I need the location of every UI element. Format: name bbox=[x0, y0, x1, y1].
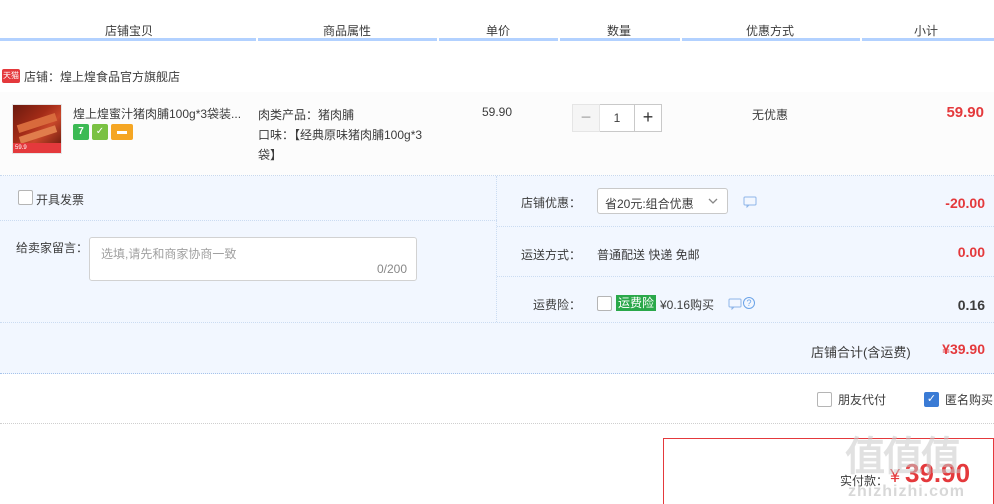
shipping-label: 运送方式： bbox=[521, 248, 582, 262]
cart-page: 店铺宝贝 商品属性 单价 数量 优惠方式 小计 天猫 店铺：煌上煌食品官方旗舰店… bbox=[0, 0, 994, 504]
shop-discount-value: 省20元:组合优惠 bbox=[605, 197, 694, 211]
product-thumbnail[interactable]: 59.9 bbox=[12, 104, 62, 154]
shop-name[interactable]: 店铺：煌上煌食品官方旗舰店 bbox=[24, 68, 180, 85]
chat-bubble-icon[interactable] bbox=[728, 298, 742, 310]
invoice-label: 开具发票 bbox=[36, 193, 85, 207]
friend-pay-label: 朋友代付 bbox=[838, 393, 887, 407]
tmall-icon: 天猫 bbox=[2, 69, 20, 83]
col-header-quantity: 数量 bbox=[607, 24, 632, 38]
shop-total-label: 店铺合计(含运费) bbox=[811, 345, 911, 360]
cart-header: 店铺宝贝 商品属性 单价 数量 优惠方式 小计 bbox=[0, 0, 994, 42]
message-counter: 0/200 bbox=[376, 262, 407, 276]
shop-row: 天猫 店铺：煌上煌食品官方旗舰店 bbox=[0, 68, 180, 84]
friend-pay-checkbox[interactable] bbox=[817, 392, 832, 407]
quantity-plus-button[interactable]: + bbox=[634, 104, 662, 132]
credit-card-icon: ▬ bbox=[111, 124, 133, 140]
col-header-unit-price: 单价 bbox=[486, 24, 511, 38]
shop-discount-label: 店铺优惠： bbox=[521, 196, 582, 210]
shop-total-value: ¥39.90 bbox=[942, 341, 985, 357]
col-header-subtotal: 小计 bbox=[914, 24, 939, 38]
insurance-checkbox[interactable] bbox=[597, 296, 612, 311]
friend-pay-option[interactable]: 朋友代付 bbox=[817, 391, 886, 408]
quantity-input[interactable]: 1 bbox=[600, 104, 634, 132]
anonymous-label: 匿名购买 bbox=[945, 393, 994, 407]
message-placeholder: 选填,请先和商家协商一致 bbox=[101, 247, 237, 261]
quantity-stepper: − 1 + bbox=[572, 104, 662, 132]
shipping-amount: 0.00 bbox=[957, 244, 985, 260]
watermark-url: zhizhizhi.com bbox=[848, 483, 965, 500]
insurance-tag: 运费险 bbox=[616, 295, 657, 311]
service-badges: 7 ✓ ▬ bbox=[73, 124, 133, 140]
seller-message-input[interactable]: 选填,请先和商家协商一致 0/200 bbox=[89, 237, 417, 281]
seven-day-return-icon: 7 bbox=[73, 124, 89, 140]
message-label: 给卖家留言： bbox=[16, 241, 89, 255]
quantity-minus-button[interactable]: − bbox=[572, 104, 600, 132]
col-header-discount: 优惠方式 bbox=[746, 24, 795, 38]
watermark-logo: 值值值 bbox=[845, 435, 961, 479]
chevron-down-icon bbox=[708, 198, 718, 204]
unit-price: 59.90 bbox=[482, 105, 513, 119]
product-attr-flavor: 口味：【经典原味猪肉脯100g*3 bbox=[258, 128, 423, 142]
chat-bubble-icon[interactable] bbox=[743, 196, 757, 208]
product-title[interactable]: 煌上煌蜜汁猪肉脯100g*3袋装... bbox=[73, 105, 253, 122]
anonymous-option[interactable]: ✓ 匿名购买 bbox=[924, 391, 993, 408]
insurance-amount: 0.16 bbox=[957, 297, 985, 313]
insurance-label: 运费险： bbox=[533, 298, 582, 312]
product-attr-flavor-cont: 袋】 bbox=[258, 148, 283, 162]
col-header-shop-item: 店铺宝贝 bbox=[105, 24, 154, 38]
col-header-attributes: 商品属性 bbox=[323, 24, 372, 38]
insurance-price: ¥0.16购买 bbox=[660, 298, 715, 312]
shop-discount-select[interactable]: 省20元:组合优惠 bbox=[597, 188, 728, 214]
invoice-checkbox[interactable] bbox=[18, 190, 33, 205]
header-underline bbox=[0, 38, 994, 41]
product-attr-type: 肉类产品：猪肉脯 bbox=[258, 108, 355, 122]
guarantee-icon: ✓ bbox=[92, 124, 108, 140]
thumb-price-tag: 59.9 bbox=[13, 143, 61, 153]
anonymous-checkbox[interactable]: ✓ bbox=[924, 392, 939, 407]
item-subtotal: 59.90 bbox=[946, 104, 984, 121]
help-icon[interactable]: ? bbox=[743, 297, 755, 309]
shipping-value: 普通配送 快递 免邮 bbox=[597, 248, 700, 262]
shop-discount-amount: -20.00 bbox=[945, 195, 985, 211]
item-promo: 无优惠 bbox=[752, 108, 789, 122]
